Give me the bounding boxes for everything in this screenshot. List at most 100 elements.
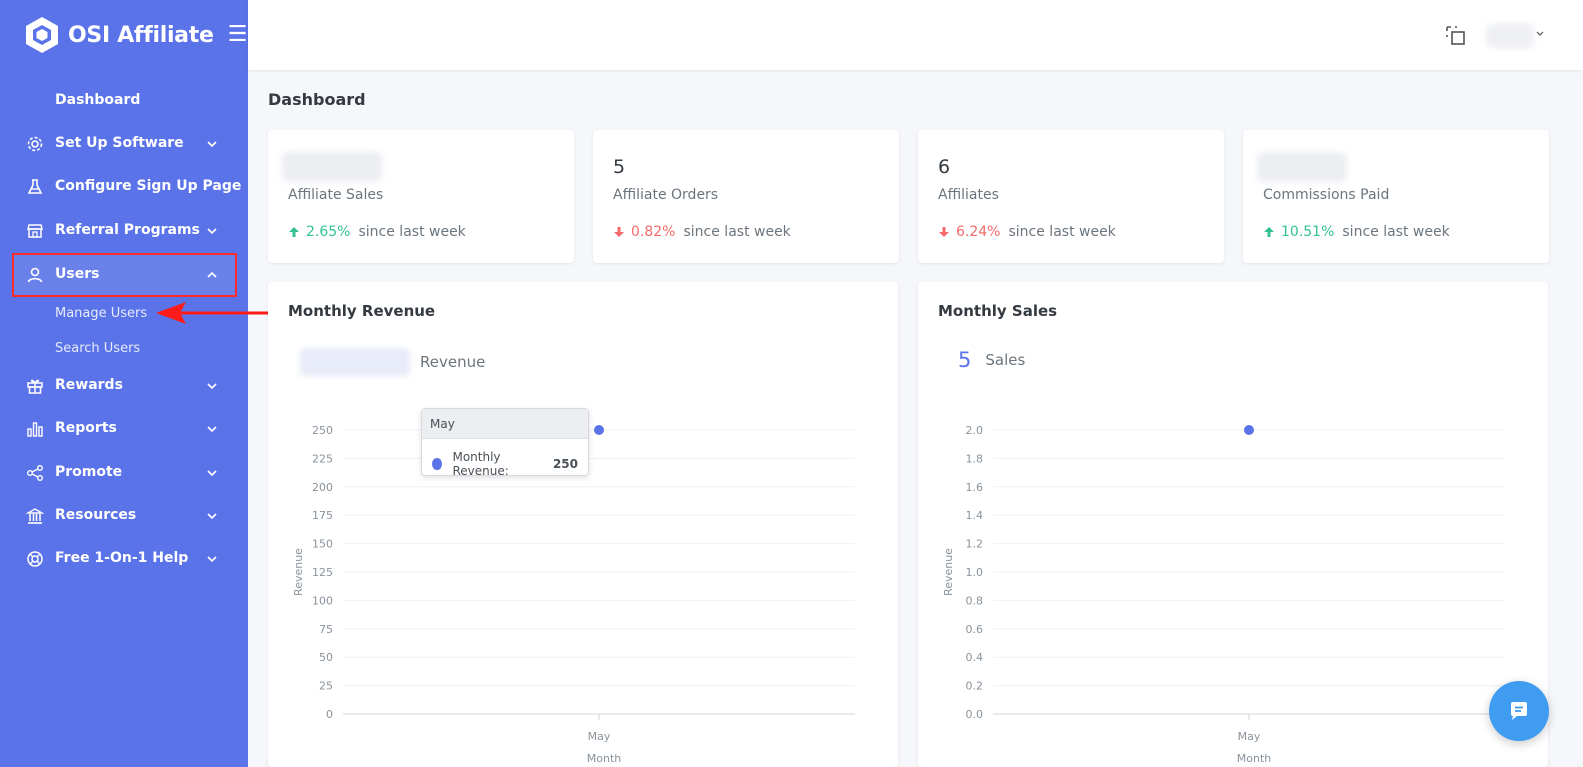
x-tick-label: May — [588, 730, 611, 743]
y-tick-label: 175 — [312, 509, 333, 522]
y-tick-label: 1.6 — [966, 481, 984, 494]
sidebar-item-label: Set Up Software — [55, 135, 184, 151]
revenue-chart: 0 25 50 75 100 125 150 175 200 225 250 May Month Reve… — [292, 424, 855, 765]
y-tick-label: 25 — [319, 680, 333, 693]
y-axis-label: Revenue — [292, 548, 305, 596]
sidebar-item-configure-sign-up-page[interactable]: Configure Sign Up Page — [0, 166, 248, 206]
chevron-down-icon — [207, 383, 217, 390]
chevron-down-icon — [207, 513, 217, 520]
bank-icon — [26, 508, 44, 524]
sidebar-item-set-up-software[interactable]: Set Up Software — [0, 123, 248, 163]
data-point — [1244, 425, 1254, 435]
stat-value: 6 — [938, 156, 951, 178]
brand: OSI Affiliate ☰ — [0, 0, 248, 70]
flask-icon — [27, 179, 43, 194]
chevron-down-icon — [207, 228, 217, 235]
sidebar-item-label: Configure Sign Up Page — [55, 178, 242, 194]
y-tick-label: 0 — [326, 708, 333, 721]
page-title: Dashboard — [268, 90, 366, 109]
arrow-up-icon — [1264, 227, 1274, 237]
y-tick-label: 0.8 — [966, 594, 984, 607]
chat-button[interactable] — [1489, 681, 1549, 741]
brand-name: OSI Affiliate — [68, 22, 214, 48]
user-profile-avatar[interactable] — [1486, 24, 1534, 48]
arrow-down-icon — [614, 227, 624, 237]
redacted-value — [282, 152, 382, 182]
y-tick-label: 250 — [312, 424, 333, 437]
stat-trend-since: since last week — [1342, 224, 1450, 240]
stat-trend-since: since last week — [358, 224, 466, 240]
tooltip-title: May — [422, 409, 588, 439]
arrow-up-icon — [289, 227, 299, 237]
gift-icon — [27, 379, 43, 394]
x-tick-label: May — [1238, 730, 1261, 743]
y-tick-label: 1.8 — [966, 452, 984, 465]
stat-trend: 6.24% since last week — [938, 224, 1116, 240]
stat-trend: 2.65% since last week — [288, 224, 466, 240]
menu-toggle-icon[interactable]: ☰ — [228, 24, 248, 46]
stat-value: 5 — [613, 156, 626, 178]
sidebar-subitem-search-users[interactable]: Search Users — [55, 341, 140, 356]
stat-label: Commissions Paid — [1263, 187, 1390, 203]
y-tick-label: 225 — [312, 452, 333, 465]
stat-label: Affiliates — [938, 187, 999, 203]
lifebuoy-icon — [27, 551, 43, 567]
stat-trend-pct: 10.51% — [1281, 224, 1335, 240]
y-tick-label: 150 — [312, 538, 333, 551]
stat-card-affiliate-sales: Affiliate Sales 2.65% since last week — [268, 130, 574, 263]
tooltip-body: Monthly Revenue: 250 — [422, 439, 588, 489]
y-tick-label: 1.4 — [966, 509, 984, 522]
chevron-down-icon — [207, 556, 217, 563]
y-tick-label: 1.0 — [966, 566, 984, 579]
sales-chart: 0.0 0.2 0.4 0.6 0.8 1.0 1.2 1.4 1.6 1.8 2.0 May Mont… — [942, 424, 1505, 765]
y-tick-label: 75 — [319, 623, 333, 636]
fullscreen-icon[interactable] — [1445, 25, 1467, 47]
chevron-down-icon — [207, 141, 217, 148]
stat-card-affiliate-orders: 5 Affiliate Orders 0.82% since last week — [593, 130, 899, 263]
y-tick-label: 50 — [319, 651, 333, 664]
chat-icon — [1511, 702, 1527, 720]
stat-card-commissions-paid: Commissions Paid 10.51% since last week — [1243, 130, 1549, 263]
sidebar-item-reports[interactable]: Reports — [0, 408, 248, 448]
tooltip-label: Monthly Revenue: — [452, 450, 509, 478]
arrow-down-icon — [939, 227, 949, 237]
sidebar-item-label: Users — [55, 266, 100, 282]
sidebar-item-users[interactable]: Users — [0, 254, 248, 294]
tooltip-value: 250 — [552, 457, 578, 471]
stat-label: Affiliate Orders — [613, 187, 719, 203]
y-tick-label: 2.0 — [966, 424, 984, 437]
y-tick-label: 100 — [312, 594, 333, 607]
sidebar-item-label: Reports — [55, 420, 117, 436]
sidebar-item-label: Dashboard — [55, 92, 141, 108]
chevron-down-icon — [207, 470, 217, 477]
sidebar-item-promote[interactable]: Promote — [0, 452, 248, 492]
y-tick-label: 125 — [312, 566, 333, 579]
y-tick-label: 1.2 — [966, 538, 984, 551]
store-icon — [27, 224, 43, 238]
osi-logo-icon — [26, 17, 58, 53]
sidebar-item-rewards[interactable]: Rewards — [0, 365, 248, 405]
stat-trend-pct: 2.65% — [306, 224, 351, 240]
chevron-up-icon — [207, 271, 217, 278]
data-point — [594, 425, 604, 435]
sidebar-item-dashboard[interactable]: Dashboard — [0, 80, 248, 120]
sidebar-item-referral-programs[interactable]: Referral Programs — [0, 210, 248, 250]
stat-trend-pct: 6.24% — [956, 224, 1001, 240]
bar-chart-icon — [27, 422, 43, 437]
stat-trend-since: since last week — [683, 224, 791, 240]
chart-tooltip: May Monthly Revenue: 250 — [421, 408, 589, 478]
sidebar: OSI Affiliate ☰ Dashboard Set Up Softwar… — [0, 0, 248, 767]
chevron-down-icon — [207, 426, 217, 433]
y-tick-label: 0.0 — [966, 708, 984, 721]
y-tick-label: 200 — [312, 481, 333, 494]
series-dot — [432, 458, 443, 470]
sidebar-item-resources[interactable]: Resources — [0, 495, 248, 535]
sidebar-item-free-help[interactable]: Free 1-On-1 Help — [0, 538, 248, 578]
sidebar-item-label: Referral Programs — [55, 222, 200, 238]
chevron-down-icon[interactable] — [1536, 30, 1544, 38]
x-axis-label: Month — [1237, 752, 1272, 765]
user-icon — [27, 267, 43, 283]
y-tick-label: 0.4 — [966, 651, 984, 664]
sidebar-subitem-manage-users[interactable]: Manage Users — [55, 306, 147, 321]
redacted-value — [1257, 152, 1347, 182]
